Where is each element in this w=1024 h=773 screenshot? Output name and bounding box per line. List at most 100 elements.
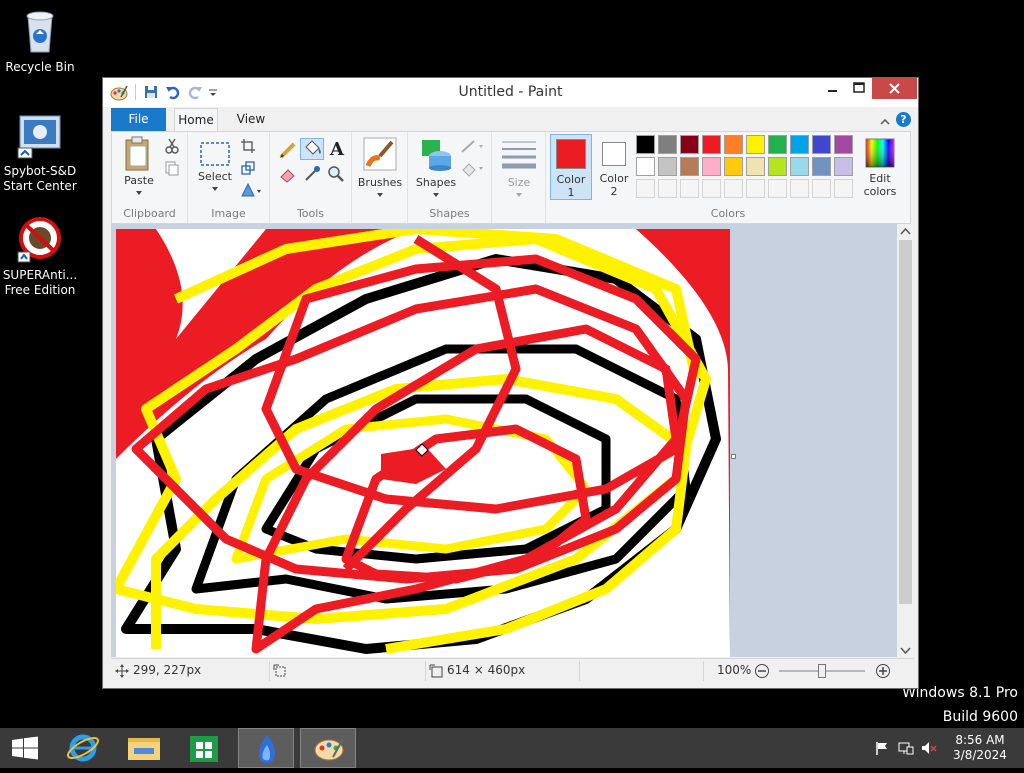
close-button[interactable] — [872, 78, 917, 99]
selection-size-icon — [273, 664, 286, 677]
magnifier-icon[interactable] — [326, 164, 346, 184]
brushes-button[interactable]: Brushes — [358, 136, 402, 198]
brushes-label: Brushes — [357, 176, 403, 189]
canvas-size-icon — [429, 664, 443, 678]
minimize-button[interactable] — [819, 78, 846, 99]
select-button[interactable]: Select — [198, 140, 232, 198]
eraser-icon[interactable] — [278, 164, 298, 184]
tools-group: A Tools — [270, 132, 352, 223]
palette-swatch[interactable] — [790, 157, 809, 176]
palette-swatch[interactable] — [658, 179, 677, 198]
palette-swatch[interactable] — [636, 157, 655, 176]
palette-swatch[interactable] — [834, 157, 853, 176]
color1-button[interactable]: Color 1 — [550, 134, 592, 200]
volume-muted-icon[interactable] — [921, 741, 937, 755]
size-icon — [502, 141, 536, 169]
palette-swatch[interactable] — [680, 179, 699, 198]
palette-swatch[interactable] — [790, 135, 809, 154]
shapes-icon — [422, 140, 451, 171]
cut-icon[interactable] — [164, 138, 180, 154]
palette-swatch[interactable] — [812, 135, 831, 154]
palette-swatch[interactable] — [702, 135, 721, 154]
internet-explorer-icon — [66, 734, 100, 762]
clipboard-group-label: Clipboard — [123, 207, 176, 220]
scrollbar-thumb[interactable] — [899, 240, 912, 604]
drawing-canvas[interactable] — [116, 229, 730, 657]
palette-swatch[interactable] — [658, 135, 677, 154]
edit-colors-button[interactable]: Edit colors — [860, 134, 900, 200]
text-icon[interactable]: A — [328, 138, 348, 160]
shapes-label: Shapes — [415, 176, 457, 189]
palette-swatch[interactable] — [768, 135, 787, 154]
palette-swatch[interactable] — [812, 179, 831, 198]
palette-swatch[interactable] — [746, 157, 765, 176]
copy-icon[interactable] — [164, 160, 180, 176]
palette-swatch[interactable] — [636, 135, 655, 154]
palette-swatch[interactable] — [790, 179, 809, 198]
palette-swatch[interactable] — [724, 157, 743, 176]
crop-icon[interactable] — [240, 138, 256, 154]
taskbar-paint[interactable] — [300, 728, 356, 768]
palette-swatch[interactable] — [724, 179, 743, 198]
palette-swatch[interactable] — [658, 157, 677, 176]
color2-label: Color — [599, 172, 629, 185]
desktop-icon-label: Spybot-S&D Start Center — [3, 164, 77, 193]
taskbar-app-running[interactable] — [238, 728, 294, 768]
resize-icon[interactable] — [240, 160, 256, 176]
size-button: Size — [498, 136, 540, 198]
title-bar: Untitled - Paint — [103, 78, 918, 107]
palette-swatch[interactable] — [746, 179, 765, 198]
shapes-button[interactable]: Shapes — [416, 136, 456, 198]
edit-colors-label-line1: Edit — [869, 172, 891, 185]
windows-logo-icon — [12, 736, 38, 760]
palette-swatch[interactable] — [724, 135, 743, 154]
palette-swatch[interactable] — [834, 179, 853, 198]
palette-swatch[interactable] — [746, 135, 765, 154]
taskbar-store[interactable] — [176, 728, 232, 768]
tab-view[interactable]: View — [231, 108, 271, 131]
canvas-area — [111, 224, 897, 657]
color1-swatch — [556, 139, 586, 169]
color2-button[interactable]: Color 2 — [594, 134, 634, 200]
tab-home[interactable]: Home — [174, 108, 218, 131]
paste-button[interactable]: Paste — [122, 136, 156, 198]
fill-icon[interactable] — [300, 138, 324, 160]
palette-swatch[interactable] — [834, 135, 853, 154]
palette-swatch[interactable] — [702, 157, 721, 176]
zoom-slider-thumb[interactable] — [818, 664, 826, 678]
zoom-out-icon[interactable] — [754, 663, 770, 679]
color-picker-icon[interactable] — [302, 164, 322, 184]
zoom-slider[interactable] — [779, 664, 865, 678]
palette-swatch[interactable] — [680, 135, 699, 154]
maximize-button[interactable] — [846, 78, 872, 99]
palette-swatch[interactable] — [768, 179, 787, 198]
taskbar-clock[interactable]: 8:56 AM 3/8/2024 — [950, 733, 1010, 763]
palette-swatch[interactable] — [680, 157, 699, 176]
taskbar-internet-explorer[interactable] — [56, 728, 112, 768]
palette-swatch[interactable] — [812, 157, 831, 176]
tab-file[interactable]: File — [111, 108, 166, 131]
taskbar-file-explorer[interactable] — [116, 728, 172, 768]
canvas-resize-handle[interactable] — [731, 454, 736, 459]
palette-swatch[interactable] — [768, 157, 787, 176]
rotate-icon[interactable] — [240, 182, 264, 198]
vertical-scrollbar[interactable] — [897, 224, 914, 657]
help-icon[interactable]: ? — [896, 112, 911, 127]
network-icon[interactable] — [898, 741, 914, 755]
desktop-icon-recycle-bin[interactable]: Recycle Bin — [0, 8, 80, 75]
shapes-group: Shapes Shapes — [408, 132, 492, 223]
pencil-icon[interactable] — [278, 140, 298, 160]
action-center-flag-icon[interactable] — [875, 741, 889, 755]
size-label: Size — [507, 176, 531, 189]
start-button[interactable] — [0, 728, 50, 768]
cursor-position-icon — [115, 664, 129, 678]
os-watermark-line2: Build 9600 — [942, 709, 1018, 725]
collapse-ribbon-icon[interactable] — [879, 113, 891, 125]
desktop-icon-superantispyware[interactable]: SUPERAnti... Free Edition — [0, 216, 80, 298]
color-palette — [636, 135, 858, 201]
select-icon — [200, 142, 230, 166]
desktop-icon-spybot[interactable]: Spybot-S&D Start Center — [0, 112, 80, 194]
zoom-in-icon[interactable] — [875, 663, 891, 679]
palette-swatch[interactable] — [702, 179, 721, 198]
palette-swatch[interactable] — [636, 179, 655, 198]
